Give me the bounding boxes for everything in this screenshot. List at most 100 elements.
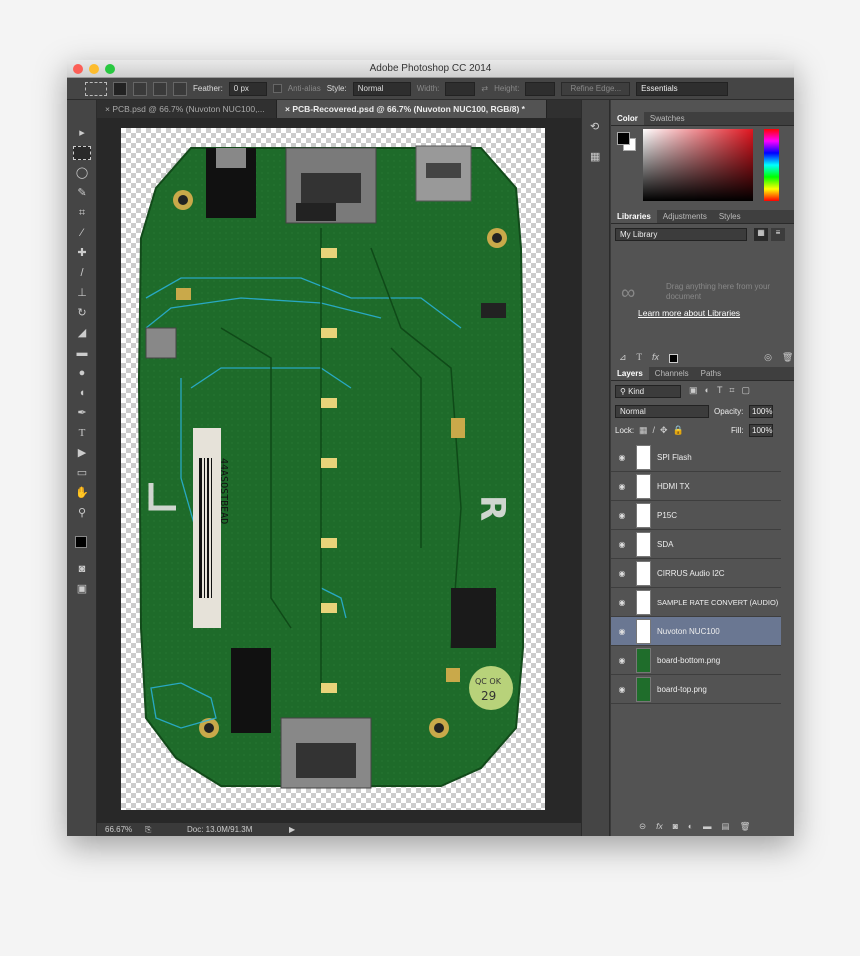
lasso-tool-icon[interactable]: ◯ [73, 166, 91, 180]
layer-style-icon[interactable]: fx [656, 821, 663, 835]
new-selection-icon[interactable] [113, 81, 127, 96]
feather-input[interactable]: 0 px [228, 81, 267, 96]
style-select[interactable]: Normal [352, 81, 411, 96]
panel-fg-swatch[interactable] [617, 132, 630, 145]
visibility-eye-icon[interactable]: ◉ [611, 598, 633, 607]
clone-stamp-tool-icon[interactable]: ⊥ [73, 286, 91, 300]
layer-row[interactable]: ◉ SPI Flash [611, 443, 781, 472]
minimize-window-button[interactable] [89, 64, 99, 74]
tab-paths[interactable]: Paths [695, 367, 727, 380]
visibility-eye-icon[interactable]: ◉ [611, 540, 633, 549]
learn-libraries-link[interactable]: Learn more about Libraries [638, 308, 740, 318]
tab-adjustments[interactable]: Adjustments [657, 210, 713, 223]
marquee-preset-icon[interactable] [85, 81, 107, 96]
close-window-button[interactable] [73, 64, 83, 74]
visibility-eye-icon[interactable]: ◉ [611, 482, 633, 491]
visibility-eye-icon[interactable]: ◉ [611, 511, 633, 520]
zoom-window-button[interactable] [105, 64, 115, 74]
eraser-tool-icon[interactable]: ◢ [73, 326, 91, 340]
subtract-selection-icon[interactable] [153, 81, 167, 96]
hand-tool-icon[interactable]: ✋ [73, 486, 91, 500]
visibility-eye-icon[interactable]: ◉ [611, 569, 633, 578]
delete-layer-icon[interactable]: 🗑 [740, 821, 751, 835]
layer-mask-icon[interactable]: ◙ [673, 821, 678, 835]
height-input[interactable] [525, 81, 556, 96]
workspace-select[interactable]: Essentials [636, 81, 729, 96]
tab-styles[interactable]: Styles [713, 210, 747, 223]
blur-tool-icon[interactable]: ● [73, 366, 91, 380]
quick-select-tool-icon[interactable]: ✎ [73, 186, 91, 200]
visibility-eye-icon[interactable]: ◉ [611, 685, 633, 694]
tab-swatches[interactable]: Swatches [644, 112, 691, 125]
layer-row[interactable]: ◉ HDMI TX [611, 472, 781, 501]
visibility-eye-icon[interactable]: ◉ [611, 656, 633, 665]
refine-edge-button[interactable]: Refine Edge... [561, 81, 631, 96]
move-tool-icon[interactable]: ▸ [73, 126, 91, 140]
crop-tool-icon[interactable]: ⌗ [73, 206, 91, 220]
rectangle-tool-icon[interactable]: ▭ [73, 466, 91, 480]
opacity-input[interactable]: 100% [749, 405, 773, 418]
layer-filter-select[interactable]: ⚲ Kind [615, 385, 681, 398]
list-view-icon[interactable]: ≡ [771, 228, 785, 241]
tab-color[interactable]: Color [611, 112, 644, 125]
add-text-icon[interactable]: T [637, 352, 643, 366]
status-menu-arrow-icon[interactable]: ▶ [289, 823, 295, 836]
fill-input[interactable]: 100% [749, 424, 773, 437]
visibility-eye-icon[interactable]: ◉ [611, 627, 633, 636]
tab-channels[interactable]: Channels [649, 367, 695, 380]
visibility-eye-icon[interactable]: ◉ [611, 453, 633, 462]
tab-pcb[interactable]: × PCB.psd @ 66.7% (Nuvoton NUC100,... [97, 100, 277, 118]
tab-pcb-recovered[interactable]: × PCB-Recovered.psd @ 66.7% (Nuvoton NUC… [277, 100, 547, 118]
tab-layers[interactable]: Layers [611, 367, 649, 380]
foreground-color-swatch[interactable] [75, 536, 87, 548]
layer-row[interactable]: ◉ board-top.png [611, 675, 781, 704]
history-panel-icon[interactable]: ⟲ [590, 120, 599, 133]
export-icon[interactable]: ⎘ [145, 823, 151, 836]
layer-row[interactable]: ◉ SDA [611, 530, 781, 559]
path-select-tool-icon[interactable]: ▶ [73, 446, 91, 460]
zoom-tool-icon[interactable]: ⚲ [73, 506, 91, 520]
hue-slider[interactable] [764, 129, 779, 201]
healing-brush-tool-icon[interactable]: ✚ [73, 246, 91, 260]
add-graphic-icon[interactable]: ⊿ [619, 352, 627, 366]
add-color-icon[interactable] [669, 354, 679, 363]
link-layers-icon[interactable]: ⊝ [639, 821, 646, 835]
sync-icon[interactable]: ◎ [764, 352, 772, 366]
pen-tool-icon[interactable]: ✒ [73, 406, 91, 420]
tab-libraries[interactable]: Libraries [611, 210, 657, 223]
type-tool-icon[interactable]: T [73, 426, 91, 440]
properties-panel-icon[interactable]: ▦ [590, 150, 600, 163]
filter-type-icons[interactable]: ▣◐T⌗▢ [689, 385, 757, 396]
color-picker-field[interactable] [643, 129, 753, 201]
adjustment-layer-icon[interactable]: ◐ [688, 821, 693, 835]
brush-tool-icon[interactable]: / [73, 266, 91, 280]
new-layer-icon[interactable]: ▤ [722, 821, 730, 835]
history-brush-tool-icon[interactable]: ↻ [73, 306, 91, 320]
swap-icon[interactable]: ⇄ [481, 84, 488, 93]
grid-view-icon[interactable]: ▦ [754, 228, 768, 241]
layer-row[interactable]: ◉ board-bottom.png [611, 646, 781, 675]
new-group-icon[interactable]: ▬ [703, 821, 712, 835]
dodge-tool-icon[interactable]: ◖ [73, 386, 91, 400]
quick-mask-icon[interactable]: ◙ [73, 562, 91, 576]
lock-icons[interactable]: ▦/✥🔒 [639, 425, 689, 436]
gradient-tool-icon[interactable]: ▬ [73, 346, 91, 360]
intersect-selection-icon[interactable] [173, 81, 187, 96]
eyedropper-tool-icon[interactable]: ⁄ [73, 226, 91, 240]
antialias-checkbox[interactable] [272, 84, 282, 93]
marquee-tool-icon[interactable] [73, 146, 91, 160]
layer-row[interactable]: ◉ P15C [611, 501, 781, 530]
trash-icon[interactable]: 🗑 [782, 352, 793, 366]
screen-mode-icon[interactable]: ▣ [73, 582, 91, 596]
width-input[interactable] [445, 81, 476, 96]
layer-row[interactable]: ◉ SAMPLE RATE CONVERT (AUDIO) [611, 588, 781, 617]
layer-row[interactable]: ◉ CIRRUS Audio I2C [611, 559, 781, 588]
zoom-level[interactable]: 66.67% [105, 823, 132, 836]
layer-name: SAMPLE RATE CONVERT (AUDIO) [657, 597, 779, 607]
layer-row-selected[interactable]: ◉ Nuvoton NUC100 [611, 617, 781, 646]
library-select[interactable]: My Library [615, 228, 747, 241]
document-canvas[interactable]: 44ASOSTBEAD R QC OK 29 [121, 128, 545, 810]
blend-mode-select[interactable]: Normal [615, 405, 709, 418]
add-selection-icon[interactable] [133, 81, 147, 96]
add-style-icon[interactable]: fx [652, 352, 659, 366]
